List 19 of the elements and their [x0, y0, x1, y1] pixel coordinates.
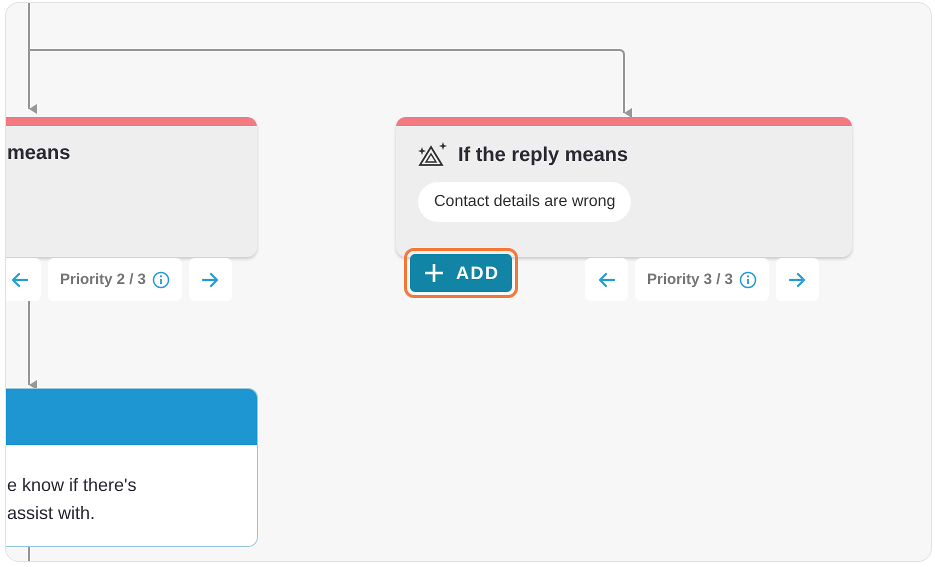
previous-button[interactable] [6, 258, 41, 301]
right-arrow-icon [201, 270, 220, 288]
priority-label: Priority 2 / 3 [60, 271, 146, 288]
priority-label: Priority 3 / 3 [647, 271, 733, 288]
previous-button[interactable] [585, 258, 628, 301]
info-icon [738, 270, 757, 288]
plus-icon [424, 263, 444, 283]
left-arrow-icon [10, 270, 28, 288]
sparkle-triangle-icon [418, 142, 448, 168]
add-button[interactable]: ADD [410, 254, 512, 292]
left-arrow-icon [598, 270, 616, 288]
intent-tag: Contact details are wrong [418, 182, 632, 222]
right-arrow-icon [788, 270, 806, 288]
info-icon [152, 270, 170, 288]
message-text: e know if there's assist with. [7, 474, 138, 525]
card-title: If the reply means [458, 144, 628, 166]
next-button[interactable] [188, 258, 232, 301]
card-title: means [7, 142, 70, 165]
next-button[interactable] [776, 258, 819, 301]
